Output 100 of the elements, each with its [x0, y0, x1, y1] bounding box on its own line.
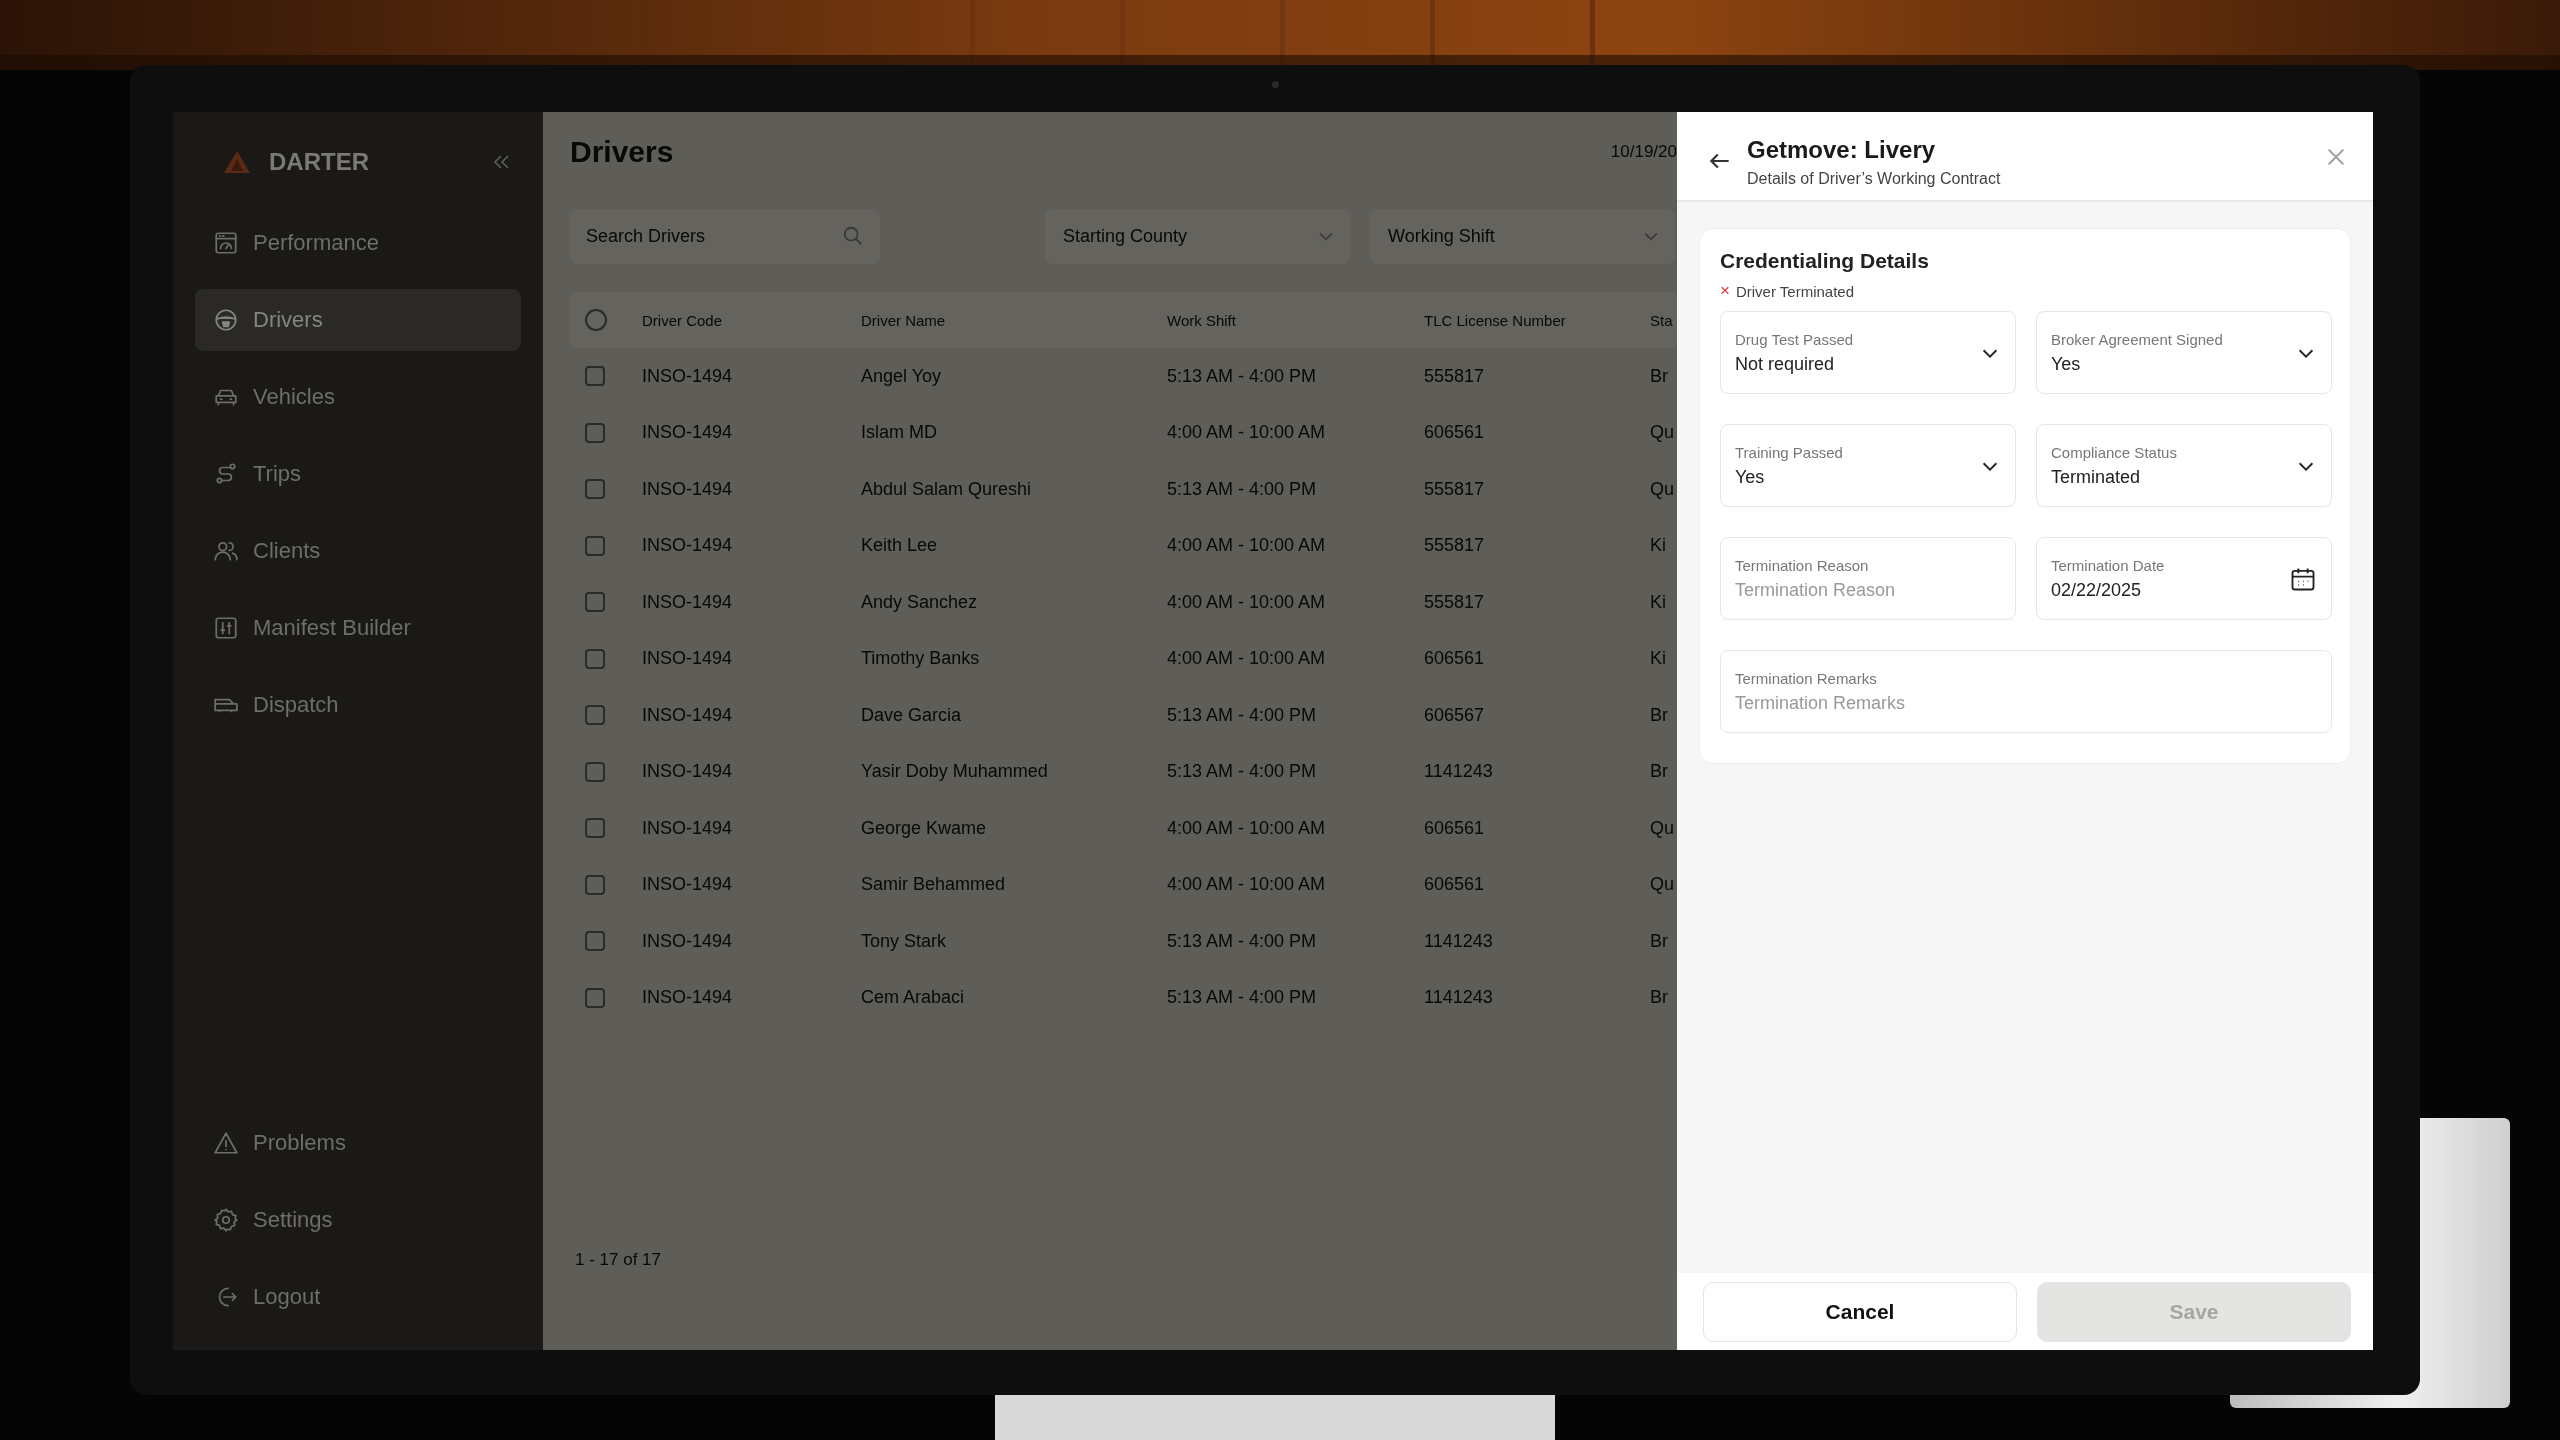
filter-dropdown[interactable]: Working Shift — [1370, 208, 1675, 264]
cancel-button[interactable]: Cancel — [1703, 1281, 2017, 1342]
select-all-checkbox[interactable] — [585, 309, 607, 331]
table-cell-text: 1141243 — [1424, 987, 1494, 1009]
settings-icon — [213, 1207, 239, 1233]
table-cell-text: Yasir Doby Muhammed — [861, 761, 1049, 783]
dropdown-field[interactable]: Compliance Status Terminated — [2036, 424, 2332, 507]
filter-dropdown[interactable]: Starting County — [1045, 208, 1350, 264]
dropdown-field[interactable]: Broker Agreement Signed Yes — [2036, 311, 2332, 394]
row-checkbox[interactable] — [585, 931, 605, 952]
table-cell-text: INSO-1494 — [642, 817, 734, 839]
table-cell-text: INSO-1494 — [642, 930, 734, 952]
table-cell-text: Br — [1650, 365, 1669, 387]
column-header: TLC License Number — [1424, 311, 1567, 329]
table-cell-text: Andy Sanchez — [861, 591, 979, 613]
table-cell-text: 4:00 AM - 10:00 AM — [1167, 591, 1327, 613]
table-cell-text: 5:13 AM - 4:00 PM — [1167, 761, 1318, 783]
route-icon — [213, 461, 239, 487]
table-cell-text: 5:13 AM - 4:00 PM — [1167, 704, 1318, 726]
table-cell-text: 4:00 AM - 10:00 AM — [1167, 535, 1327, 557]
table-cell-text: INSO-1494 — [642, 422, 734, 444]
table-cell-text: Qu — [1650, 817, 1675, 839]
remarks-field[interactable]: Termination Remarks Termination Remarks — [1720, 650, 2332, 733]
panel-subtitle: Details of Driver’s Working Contract — [1747, 170, 2001, 188]
row-checkbox[interactable] — [585, 366, 605, 387]
nav-item[interactable]: Manifest Builder — [195, 597, 521, 659]
table-cell-text: George Kwame — [861, 817, 988, 839]
table-cell-text: 4:00 AM - 10:00 AM — [1167, 422, 1327, 444]
nav-item[interactable]: Logout — [195, 1266, 521, 1328]
table-cell-text: 555817 — [1424, 478, 1486, 500]
column-header: Work Shift — [1167, 311, 1237, 329]
row-checkbox[interactable] — [585, 818, 605, 839]
table-cell-text: 5:13 AM - 4:00 PM — [1167, 365, 1318, 387]
status-mark: × — [1720, 281, 1730, 301]
table-cell-text: Br — [1650, 704, 1669, 726]
table-cell-text: Timothy Banks — [861, 648, 981, 670]
table-cell-text: 606561 — [1424, 422, 1486, 444]
table-cell-text: 555817 — [1424, 591, 1486, 613]
steering-wheel-icon — [213, 307, 239, 333]
nav-item[interactable]: Performance — [195, 212, 521, 274]
table-cell-text: Samir Behammed — [861, 874, 1007, 896]
row-checkbox[interactable] — [585, 874, 605, 895]
table-cell-text: INSO-1494 — [642, 987, 734, 1009]
nav-item[interactable]: Vehicles — [195, 366, 521, 428]
builder-icon — [213, 615, 239, 641]
close-icon[interactable] — [2325, 146, 2347, 168]
table-cell-text: INSO-1494 — [642, 365, 734, 387]
table-cell-text: 606561 — [1424, 874, 1486, 896]
table-cell-text: Ki — [1650, 591, 1667, 613]
table-cell-text: Dave Garcia — [861, 704, 963, 726]
nav-item[interactable]: Settings — [195, 1189, 521, 1251]
nav-item[interactable]: Clients — [195, 520, 521, 582]
table-cell-text: Br — [1650, 987, 1669, 1009]
table-cell-text: 555817 — [1424, 365, 1486, 387]
warning-icon — [213, 1130, 239, 1156]
status-text: Driver Terminated — [1735, 282, 1855, 300]
row-checkbox[interactable] — [585, 592, 605, 613]
row-checkbox[interactable] — [585, 648, 605, 669]
date-field[interactable]: Termination Date 02/22/2025 — [2036, 537, 2332, 620]
table-cell-text: Tony Stark — [861, 930, 948, 952]
table-cell-text: Br — [1650, 930, 1669, 952]
row-checkbox[interactable] — [585, 987, 605, 1008]
remarks-input[interactable]: Termination Remarks — [1735, 692, 2317, 714]
column-header: Sta — [1650, 311, 1674, 329]
row-checkbox[interactable] — [585, 705, 605, 726]
logo-text: DARTER — [269, 148, 369, 176]
date-text: 10/19/20 — [1610, 142, 1677, 162]
dropdown-field[interactable]: Training Passed Yes — [1720, 424, 2016, 507]
table-cell-text: 606561 — [1424, 817, 1486, 839]
table-cell-text: INSO-1494 — [642, 648, 734, 670]
table-cell-text: INSO-1494 — [642, 535, 734, 557]
row-checkbox[interactable] — [585, 535, 605, 556]
table-cell-text: 5:13 AM - 4:00 PM — [1167, 987, 1318, 1009]
table-cell-text: Cem Arabaci — [861, 987, 966, 1009]
dropdown-field[interactable]: Drug Test Passed Not required — [1720, 311, 2016, 394]
table-cell-text: INSO-1494 — [642, 704, 734, 726]
column-header: Driver Name — [861, 311, 947, 329]
nav-item[interactable]: Drivers — [195, 289, 521, 351]
table-cell-text: INSO-1494 — [642, 761, 734, 783]
table-cell-text: 4:00 AM - 10:00 AM — [1167, 648, 1327, 670]
column-header: Driver Code — [642, 311, 724, 329]
row-checkbox[interactable] — [585, 761, 605, 782]
text-input[interactable]: Termination Reason — [1735, 579, 2001, 601]
nav-item[interactable]: Problems — [195, 1112, 521, 1174]
table-cell-text: INSO-1494 — [642, 874, 734, 896]
camera-dot — [1272, 81, 1279, 88]
nav-item[interactable]: Trips — [195, 443, 521, 505]
nav-item[interactable]: Dispatch — [195, 674, 521, 736]
table-cell-text: Abdul Salam Qureshi — [861, 478, 1033, 500]
row-checkbox[interactable] — [585, 479, 605, 500]
table-cell-text: Qu — [1650, 874, 1675, 896]
dashboard-icon — [213, 230, 239, 256]
page-title: Drivers — [570, 135, 674, 169]
text-field[interactable]: Termination Reason Termination Reason — [1720, 537, 2016, 620]
logo-icon — [223, 150, 251, 174]
card-title: Credentialing Details — [1720, 249, 1930, 273]
pagination-text: 1 - 17 of 17 — [574, 1250, 662, 1270]
search-field[interactable]: Search Drivers — [570, 208, 880, 264]
search-icon — [842, 225, 864, 247]
row-checkbox[interactable] — [585, 422, 605, 443]
